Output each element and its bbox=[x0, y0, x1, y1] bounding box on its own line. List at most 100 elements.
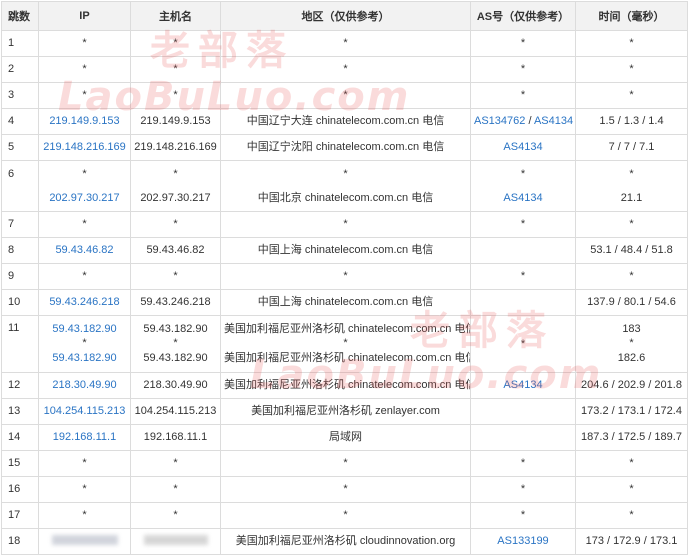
region-cell: 中国上海 chinatelecom.com.cn 电信 bbox=[220, 237, 471, 264]
table-row: 9 * * * * * bbox=[1, 263, 688, 290]
region-cell: * bbox=[220, 450, 471, 477]
ip-cell: * bbox=[38, 30, 131, 57]
hop-number: 11 bbox=[1, 315, 39, 373]
time-text: 21.1 bbox=[620, 192, 643, 204]
time-cell: 53.1 / 48.4 / 51.8 bbox=[575, 237, 688, 264]
ip-cell: 59.43.182.90 * 59.43.182.90 bbox=[38, 315, 131, 373]
hop-number: 1 bbox=[1, 30, 39, 57]
region-cell: 中国辽宁大连 chinatelecom.com.cn 电信 bbox=[220, 108, 471, 135]
hop-number: 17 bbox=[1, 502, 39, 529]
asn-cell: * bbox=[470, 315, 576, 373]
asn-link[interactable]: AS134762 bbox=[474, 115, 525, 127]
table-row: 16 * * * * * bbox=[1, 476, 688, 503]
hop-number: 8 bbox=[1, 237, 39, 264]
host-cell: * bbox=[130, 82, 221, 109]
host-cell: 192.168.11.1 bbox=[130, 424, 221, 451]
ip-link[interactable]: 59.43.46.82 bbox=[55, 244, 113, 256]
asn-cell bbox=[470, 424, 576, 451]
asn-link[interactable]: AS4134 bbox=[503, 379, 542, 391]
ip-link[interactable]: 59.43.182.90 bbox=[52, 323, 116, 335]
region-cell: 局域网 bbox=[220, 424, 471, 451]
host-cell bbox=[130, 528, 221, 555]
host-cell: 59.43.246.218 bbox=[130, 289, 221, 316]
ip-cell: * bbox=[38, 476, 131, 503]
asn-cell: * bbox=[470, 450, 576, 477]
time-cell: * bbox=[575, 450, 688, 477]
asn-link[interactable]: AS133199 bbox=[497, 535, 548, 547]
asn-link[interactable]: AS4134 bbox=[503, 192, 542, 204]
region-star: * bbox=[343, 337, 348, 349]
time-cell: 1.5 / 1.3 / 1.4 bbox=[575, 108, 688, 135]
host-cell: * 202.97.30.217 bbox=[130, 160, 221, 212]
header-ip: IP bbox=[38, 1, 131, 31]
table-row: 18 美国加利福尼亚州洛杉矶 cloudinnovation.org AS133… bbox=[1, 528, 688, 555]
traceroute-table: 跳数 IP 主机名 地区（仅供参考） AS号（仅供参考） 时间（毫秒） 1 * … bbox=[1, 1, 688, 555]
time-cell: * bbox=[575, 82, 688, 109]
region-cell: 中国辽宁沈阳 chinatelecom.com.cn 电信 bbox=[220, 134, 471, 161]
hop-number-text: 6 bbox=[8, 168, 15, 180]
region-cell: * bbox=[220, 502, 471, 529]
table-row: 3 * * * * * bbox=[1, 82, 688, 109]
ip-cell: 218.30.49.90 bbox=[38, 372, 131, 399]
time-cell: 7 / 7 / 7.1 bbox=[575, 134, 688, 161]
time-cell: 183 * 182.6 bbox=[575, 315, 688, 373]
time-cell: * bbox=[575, 211, 688, 238]
ip-link[interactable]: 59.43.246.218 bbox=[49, 296, 119, 308]
ip-link[interactable]: 59.43.182.90 bbox=[52, 352, 116, 364]
hop-number: 15 bbox=[1, 450, 39, 477]
host-cell: * bbox=[130, 30, 221, 57]
hop-number: 10 bbox=[1, 289, 39, 316]
ip-cell: * bbox=[38, 502, 131, 529]
asn-cell: * bbox=[470, 211, 576, 238]
ip-link[interactable]: 219.149.9.153 bbox=[49, 115, 119, 127]
region-cell: * bbox=[220, 211, 471, 238]
region-cell: 美国加利福尼亚州洛杉矶 chinatelecom.com.cn 电信 bbox=[220, 372, 471, 399]
region-cell: 中国上海 chinatelecom.com.cn 电信 bbox=[220, 289, 471, 316]
time-cell: 173.2 / 173.1 / 172.4 bbox=[575, 398, 688, 425]
asn-cell: AS4134 bbox=[470, 134, 576, 161]
ip-star: * bbox=[82, 337, 87, 349]
ip-link[interactable]: 219.148.216.169 bbox=[43, 141, 126, 153]
asn-link[interactable]: AS4134 bbox=[503, 141, 542, 153]
header-host: 主机名 bbox=[130, 1, 221, 31]
asn-cell: * bbox=[470, 82, 576, 109]
host-cell: 59.43.182.90 * 59.43.182.90 bbox=[130, 315, 221, 373]
ip-link[interactable]: 192.168.11.1 bbox=[53, 431, 116, 443]
ip-cell: 59.43.46.82 bbox=[38, 237, 131, 264]
ip-link[interactable]: 218.30.49.90 bbox=[52, 379, 116, 391]
ip-cell: * bbox=[38, 211, 131, 238]
time-cell: * bbox=[575, 56, 688, 83]
host-cell: * bbox=[130, 476, 221, 503]
ip-link[interactable]: 202.97.30.217 bbox=[49, 192, 119, 204]
ip-cell: * 202.97.30.217 bbox=[38, 160, 131, 212]
region-star: * bbox=[343, 168, 348, 180]
ip-cell: 219.149.9.153 bbox=[38, 108, 131, 135]
asn-cell: * bbox=[470, 263, 576, 290]
table-row: 4 219.149.9.153 219.149.9.153 中国辽宁大连 chi… bbox=[1, 108, 688, 135]
host-cell: * bbox=[130, 56, 221, 83]
ip-cell: 192.168.11.1 bbox=[38, 424, 131, 451]
time-cell: * bbox=[575, 30, 688, 57]
host-text: 59.43.182.90 bbox=[143, 352, 208, 364]
hop-number: 12 bbox=[1, 372, 39, 399]
region-cell: * bbox=[220, 82, 471, 109]
host-text: 59.43.182.90 bbox=[143, 323, 208, 335]
ip-cell: 104.254.115.213 bbox=[38, 398, 131, 425]
table-row: 5 219.148.216.169 219.148.216.169 中国辽宁沈阳… bbox=[1, 134, 688, 161]
ip-link[interactable]: 104.254.115.213 bbox=[44, 405, 126, 417]
asn-link[interactable]: AS4134 bbox=[534, 115, 573, 127]
table-row: 6 * 202.97.30.217 * 202.97.30.217 * 中国北京 ch… bbox=[1, 160, 688, 212]
asn-cell: * bbox=[470, 502, 576, 529]
hop-number: 4 bbox=[1, 108, 39, 135]
region-cell: 美国加利福尼亚州洛杉矶 cloudinnovation.org bbox=[220, 528, 471, 555]
asn-cell: * bbox=[470, 30, 576, 57]
table-row: 2 * * * * * bbox=[1, 56, 688, 83]
hop-number: 2 bbox=[1, 56, 39, 83]
asn-cell: AS4134 bbox=[470, 372, 576, 399]
region-text: 中国北京 chinatelecom.com.cn 电信 bbox=[257, 192, 434, 204]
table-row: 17 * * * * * bbox=[1, 502, 688, 529]
time-cell: 187.3 / 172.5 / 189.7 bbox=[575, 424, 688, 451]
asn-cell: AS133199 bbox=[470, 528, 576, 555]
ip-cell: * bbox=[38, 82, 131, 109]
host-cell: * bbox=[130, 450, 221, 477]
